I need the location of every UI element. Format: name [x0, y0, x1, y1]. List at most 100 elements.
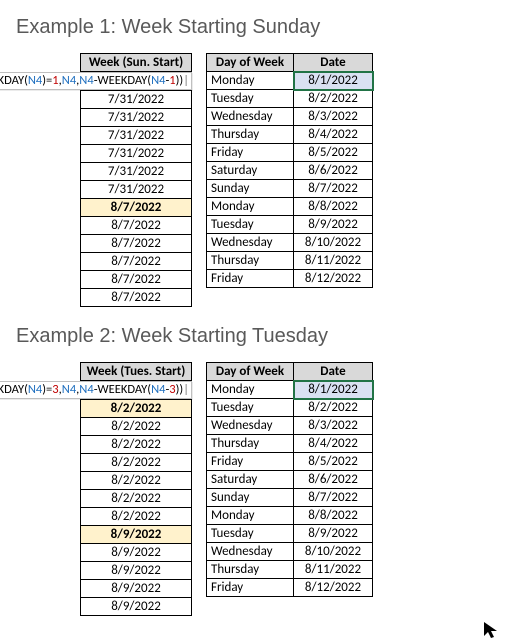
day-cell[interactable]: Tuesday — [207, 399, 294, 417]
week-cell[interactable]: 8/2/2022 — [81, 454, 192, 472]
day-cell[interactable]: Tuesday — [207, 525, 294, 543]
formula-cell-ref: N4 — [62, 73, 76, 88]
example2-week-body: 8/2/20228/2/20228/2/20228/2/20228/2/2022… — [80, 399, 192, 616]
day-cell[interactable]: Wednesday — [207, 108, 294, 126]
week-cell[interactable]: 8/2/2022 — [81, 400, 192, 418]
date-cell[interactable]: 8/6/2022 — [294, 471, 373, 489]
week-cell[interactable]: 8/2/2022 — [81, 472, 192, 490]
week-cell[interactable]: 8/9/2022 — [81, 562, 192, 580]
formula-text: )= — [42, 73, 52, 88]
week-cell[interactable]: 7/31/2022 — [81, 163, 192, 181]
week-cell[interactable]: 8/7/2022 — [81, 217, 192, 235]
week-cell[interactable]: 8/2/2022 — [81, 508, 192, 526]
formula-text: )= — [42, 382, 52, 397]
date-cell[interactable]: 8/9/2022 — [294, 216, 373, 234]
day-cell[interactable]: Wednesday — [207, 417, 294, 435]
week-cell[interactable]: 8/7/2022 — [81, 289, 192, 307]
formula-cell-ref: N4 — [151, 382, 165, 397]
day-cell[interactable]: Thursday — [207, 561, 294, 579]
week-cell[interactable]: 7/31/2022 — [81, 109, 192, 127]
day-cell[interactable]: Tuesday — [207, 90, 294, 108]
day-cell[interactable]: Friday — [207, 453, 294, 471]
date-cell[interactable]: 8/5/2022 — [294, 144, 373, 162]
week-cell[interactable]: 7/31/2022 — [81, 181, 192, 199]
week-cell[interactable]: 8/7/2022 — [81, 235, 192, 253]
example2-week-table: Week (Tues. Start) — [80, 362, 192, 381]
date-cell[interactable]: 8/4/2022 — [294, 126, 373, 144]
date-cell[interactable]: 8/7/2022 — [294, 489, 373, 507]
formula-text: -WEEKDAY( — [94, 382, 151, 397]
date-cell[interactable]: 8/9/2022 — [294, 525, 373, 543]
date-cell[interactable]: 8/1/2022 — [294, 72, 373, 90]
date-cell[interactable]: 8/12/2022 — [294, 270, 373, 288]
day-cell[interactable]: Tuesday — [207, 216, 294, 234]
formula-cell-ref: N4 — [62, 382, 76, 397]
day-cell[interactable]: Monday — [207, 381, 294, 399]
formula-cell-ref: N4 — [79, 382, 93, 397]
date-cell[interactable]: 8/6/2022 — [294, 162, 373, 180]
example2-block: Week (Tues. Start) =IF(WEEKDAY(N4)=3,N4,… — [80, 362, 492, 616]
formula-cell-ref: N4 — [28, 382, 42, 397]
week-cell[interactable]: 8/9/2022 — [81, 598, 192, 616]
week-cell[interactable]: 8/7/2022 — [81, 271, 192, 289]
week-cell[interactable]: 8/2/2022 — [81, 490, 192, 508]
day-cell[interactable]: Thursday — [207, 435, 294, 453]
date-cell[interactable]: 8/3/2022 — [294, 108, 373, 126]
day-cell[interactable]: Thursday — [207, 252, 294, 270]
date-cell[interactable]: 8/3/2022 — [294, 417, 373, 435]
week-cell[interactable]: 7/31/2022 — [81, 127, 192, 145]
day-cell[interactable]: Sunday — [207, 180, 294, 198]
day-cell[interactable]: Wednesday — [207, 234, 294, 252]
day-cell[interactable]: Monday — [207, 72, 294, 90]
week-cell[interactable]: 8/2/2022 — [81, 436, 192, 454]
example1-week-body: 7/31/20227/31/20227/31/20227/31/20227/31… — [80, 90, 192, 307]
day-cell[interactable]: Friday — [207, 270, 294, 288]
week-cell[interactable]: 8/7/2022 — [81, 253, 192, 271]
example1-week-table: Week (Sun. Start) — [80, 53, 192, 72]
example1-day-header: Day of Week — [207, 54, 294, 72]
example2-week-header: Week (Tues. Start) — [81, 363, 192, 381]
example2-daydate-table: Day of Week Date Monday8/1/2022Tuesday8/… — [206, 362, 373, 597]
formula-text: =IF(WEEKDAY( — [0, 382, 28, 397]
date-cell[interactable]: 8/10/2022 — [294, 543, 373, 561]
date-cell[interactable]: 8/8/2022 — [294, 198, 373, 216]
day-cell[interactable]: Saturday — [207, 471, 294, 489]
date-cell[interactable]: 8/8/2022 — [294, 507, 373, 525]
example2-date-header: Date — [294, 363, 373, 381]
date-cell[interactable]: 8/1/2022 — [294, 381, 373, 399]
week-cell[interactable]: 7/31/2022 — [81, 145, 192, 163]
date-cell[interactable]: 8/11/2022 — [294, 561, 373, 579]
date-cell[interactable]: 8/11/2022 — [294, 252, 373, 270]
week-cell[interactable]: 7/31/2022 — [81, 91, 192, 109]
day-cell[interactable]: Monday — [207, 198, 294, 216]
day-cell[interactable]: Thursday — [207, 126, 294, 144]
day-cell[interactable]: Wednesday — [207, 543, 294, 561]
day-cell[interactable]: Sunday — [207, 489, 294, 507]
example2-day-header: Day of Week — [207, 363, 294, 381]
example1-formula[interactable]: =IF(WEEKDAY(N4)=1,N4,N4-WEEKDAY(N4-1))| — [0, 72, 192, 90]
formula-cell-ref: N4 — [79, 73, 93, 88]
formula-cell-ref: N4 — [28, 73, 42, 88]
date-cell[interactable]: 8/5/2022 — [294, 453, 373, 471]
date-cell[interactable]: 8/2/2022 — [294, 399, 373, 417]
week-cell[interactable]: 8/9/2022 — [81, 526, 192, 544]
date-cell[interactable]: 8/7/2022 — [294, 180, 373, 198]
date-cell[interactable]: 8/4/2022 — [294, 435, 373, 453]
formula-text: =IF(WEEKDAY( — [0, 73, 28, 88]
example1-title: Example 1: Week Starting Sunday — [16, 16, 492, 39]
text-cursor-icon: | — [183, 73, 189, 88]
date-cell[interactable]: 8/2/2022 — [294, 90, 373, 108]
example1-week-header: Week (Sun. Start) — [81, 54, 192, 72]
text-cursor-icon: | — [183, 382, 189, 397]
example2-formula[interactable]: =IF(WEEKDAY(N4)=3,N4,N4-WEEKDAY(N4-3))| — [0, 381, 192, 399]
week-cell[interactable]: 8/9/2022 — [81, 580, 192, 598]
week-cell[interactable]: 8/9/2022 — [81, 544, 192, 562]
date-cell[interactable]: 8/12/2022 — [294, 579, 373, 597]
day-cell[interactable]: Monday — [207, 507, 294, 525]
day-cell[interactable]: Friday — [207, 579, 294, 597]
week-cell[interactable]: 8/2/2022 — [81, 418, 192, 436]
date-cell[interactable]: 8/10/2022 — [294, 234, 373, 252]
day-cell[interactable]: Saturday — [207, 162, 294, 180]
week-cell[interactable]: 8/7/2022 — [81, 199, 192, 217]
day-cell[interactable]: Friday — [207, 144, 294, 162]
